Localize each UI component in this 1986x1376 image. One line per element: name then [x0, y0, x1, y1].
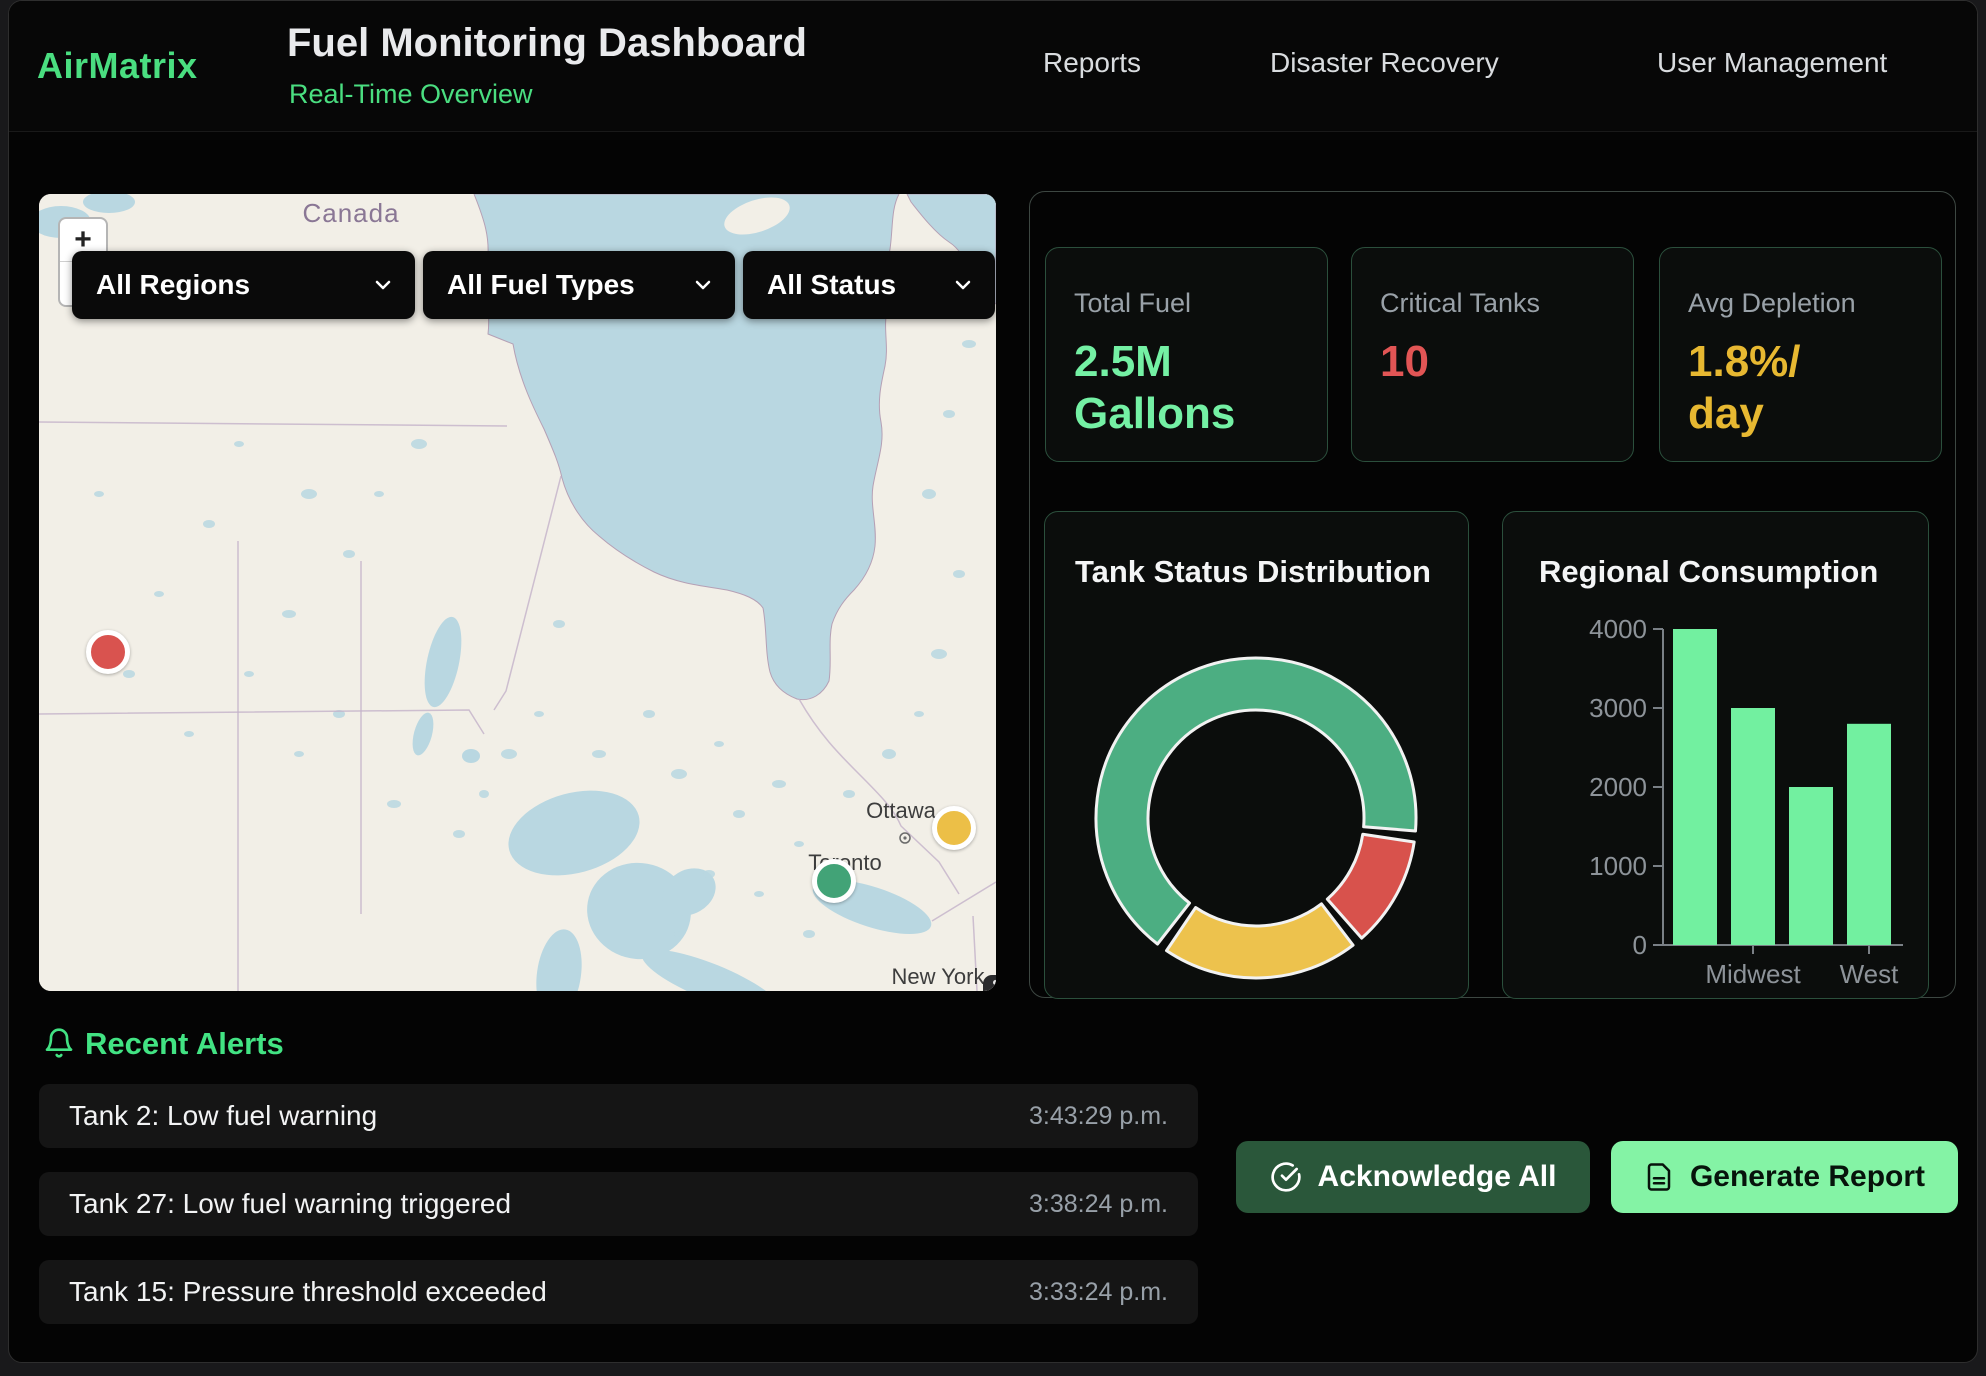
svg-text:3000: 3000: [1589, 693, 1647, 723]
nav-reports[interactable]: Reports: [1043, 47, 1141, 79]
bar-chart-title: Regional Consumption: [1539, 554, 1878, 590]
brand-logo: AirMatrix: [37, 45, 198, 87]
fuel-type-filter-value: All Fuel Types: [447, 269, 635, 301]
page-subtitle: Real-Time Overview: [289, 79, 533, 110]
svg-text:4000: 4000: [1589, 614, 1647, 644]
svg-text:0: 0: [1633, 930, 1647, 960]
page-title: Fuel Monitoring Dashboard: [287, 21, 807, 66]
svg-text:1000: 1000: [1589, 851, 1647, 881]
alert-row[interactable]: Tank 2: Low fuel warning 3:43:29 p.m.: [39, 1084, 1198, 1148]
svg-text:New York: New York: [892, 964, 986, 989]
tank-marker-normal[interactable]: [812, 859, 856, 903]
alert-row[interactable]: Tank 15: Pressure threshold exceeded 3:3…: [39, 1260, 1198, 1324]
top-bar: AirMatrix Fuel Monitoring Dashboard Real…: [9, 1, 1977, 132]
svg-text:Midwest: Midwest: [1705, 959, 1801, 989]
app-window: AirMatrix Fuel Monitoring Dashboard Real…: [8, 0, 1978, 1363]
donut-chart-title: Tank Status Distribution: [1075, 554, 1431, 590]
tank-marker-warning[interactable]: [932, 806, 976, 850]
svg-text:Ottawa: Ottawa: [866, 798, 936, 823]
stat-value: 1.8%/ day: [1688, 336, 1801, 440]
tank-marker-critical[interactable]: [86, 630, 130, 674]
stat-card-avg-depletion: Avg Depletion 1.8%/ day: [1659, 247, 1942, 462]
chevron-down-icon: [371, 273, 395, 297]
alert-row[interactable]: Tank 27: Low fuel warning triggered 3:38…: [39, 1172, 1198, 1236]
svg-text:Canada: Canada: [302, 198, 399, 228]
status-filter-value: All Status: [767, 269, 896, 301]
stat-value: 2.5M Gallons: [1074, 336, 1235, 440]
check-circle-icon: [1270, 1161, 1302, 1193]
regional-consumption-chart-card: Regional Consumption 0 1000 2000 3000 4000 Mi…: [1502, 511, 1929, 999]
stat-card-total-fuel: Total Fuel 2.5M Gallons: [1045, 247, 1328, 462]
alert-text: Tank 27: Low fuel warning triggered: [69, 1188, 511, 1220]
chevron-down-icon: [691, 273, 715, 297]
stat-value: 10: [1380, 336, 1429, 388]
resize-grip-icon[interactable]: [983, 975, 996, 991]
stat-label: Critical Tanks: [1380, 288, 1540, 319]
alert-text: Tank 15: Pressure threshold exceeded: [69, 1276, 547, 1308]
alert-timestamp: 3:38:24 p.m.: [1029, 1190, 1168, 1219]
svg-text:2000: 2000: [1589, 772, 1647, 802]
status-filter-dropdown[interactable]: All Status: [743, 251, 995, 319]
svg-text:West: West: [1840, 959, 1900, 989]
alert-timestamp: 3:33:24 p.m.: [1029, 1278, 1168, 1307]
acknowledge-all-label: Acknowledge All: [1318, 1160, 1557, 1194]
region-filter-value: All Regions: [96, 269, 250, 301]
stat-card-critical-tanks: Critical Tanks 10: [1351, 247, 1634, 462]
chevron-down-icon: [951, 273, 975, 297]
fuel-map[interactable]: CanadaOttawaTorontoNew York + − All Regi…: [39, 194, 996, 991]
analytics-panel: Total Fuel 2.5M Gallons Critical Tanks 1…: [1029, 191, 1956, 998]
stat-label: Total Fuel: [1074, 288, 1191, 319]
generate-report-label: Generate Report: [1690, 1160, 1925, 1194]
alert-text: Tank 2: Low fuel warning: [69, 1100, 377, 1132]
acknowledge-all-button[interactable]: Acknowledge All: [1236, 1141, 1590, 1213]
document-icon: [1644, 1162, 1674, 1192]
tank-status-donut-chart: [1045, 592, 1468, 998]
nav-disaster-recovery[interactable]: Disaster Recovery: [1270, 47, 1499, 79]
tank-status-chart-card: Tank Status Distribution: [1044, 511, 1469, 999]
bell-icon: [43, 1027, 75, 1059]
stat-label: Avg Depletion: [1688, 288, 1856, 319]
nav-user-management[interactable]: User Management: [1657, 47, 1887, 79]
alert-timestamp: 3:43:29 p.m.: [1029, 1102, 1168, 1131]
generate-report-button[interactable]: Generate Report: [1611, 1141, 1958, 1213]
map-filter-bar: All Regions All Fuel Types All Status: [72, 251, 995, 319]
region-filter-dropdown[interactable]: All Regions: [72, 251, 415, 319]
alerts-section-title: Recent Alerts: [85, 1026, 284, 1062]
fuel-type-filter-dropdown[interactable]: All Fuel Types: [423, 251, 735, 319]
